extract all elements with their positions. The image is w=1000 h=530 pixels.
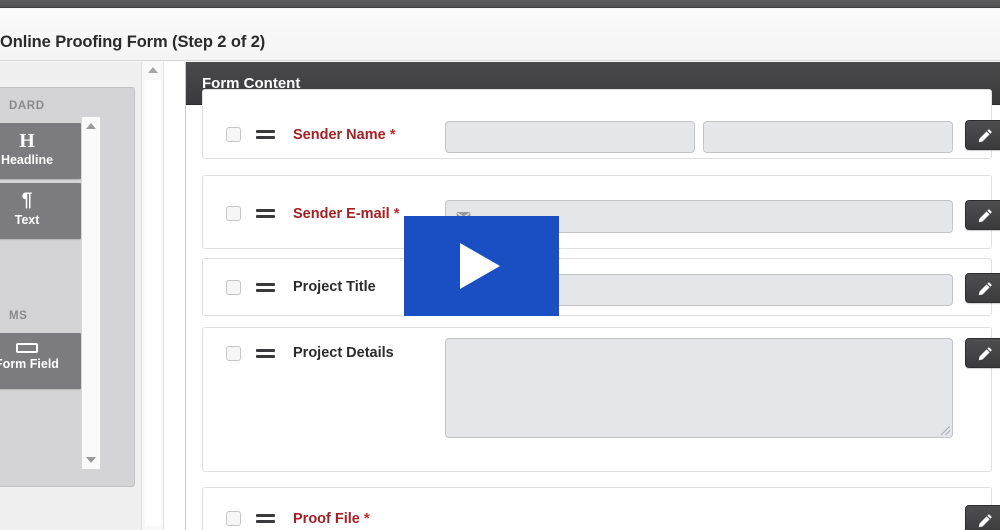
sidebar-tile-text[interactable]: ¶ Text xyxy=(0,183,83,239)
pencil-icon xyxy=(978,514,992,528)
required-marker: * xyxy=(363,510,370,527)
pencil-icon xyxy=(978,129,992,143)
drag-handle-icon[interactable] xyxy=(256,283,275,292)
sender-last-name-input[interactable] xyxy=(703,121,953,153)
row-label: Project Details xyxy=(293,345,394,361)
row-checkbox[interactable] xyxy=(226,280,241,295)
table-row[interactable]: Proof File* Edit xyxy=(202,487,1000,530)
drag-handle-icon[interactable] xyxy=(256,130,275,139)
page-title-band: Online Proofing Form (Step 2 of 2) xyxy=(0,9,1000,61)
row-label-text: Sender E-mail xyxy=(293,206,390,222)
sidebar-tile-text-label: Text xyxy=(14,213,40,227)
play-icon xyxy=(460,243,500,289)
drag-handle-icon[interactable] xyxy=(256,349,275,358)
edit-button[interactable]: Edit xyxy=(965,120,1000,150)
row-label: Project Title xyxy=(293,279,376,295)
content-gutter xyxy=(164,62,186,530)
sidebar-group-forms: MS xyxy=(9,310,28,322)
table-row[interactable]: Project Details Edit xyxy=(202,327,1000,472)
headline-icon: H xyxy=(19,130,35,152)
table-row[interactable]: Project Title Edit xyxy=(202,258,1000,316)
sidebar: DARD H Headline ¶ Text MS Form Field xyxy=(0,62,142,530)
required-marker: * xyxy=(393,205,400,222)
page-scrollbar-track[interactable] xyxy=(145,80,161,526)
drag-handle-icon[interactable] xyxy=(256,514,275,523)
video-play-button[interactable] xyxy=(404,216,559,316)
row-label-text: Sender Name xyxy=(293,127,386,143)
browser-chrome-bar xyxy=(0,0,1000,8)
edit-button[interactable]: Edit xyxy=(965,505,1000,530)
page-scrollbar[interactable] xyxy=(142,62,164,530)
row-checkbox[interactable] xyxy=(226,127,241,142)
sidebar-tile-headline-label: Headline xyxy=(0,153,54,167)
scroll-up-icon[interactable] xyxy=(86,123,96,129)
required-marker: * xyxy=(389,126,396,143)
sidebar-panel: DARD H Headline ¶ Text MS Form Field xyxy=(0,87,135,487)
row-checkbox[interactable] xyxy=(226,346,241,361)
edit-button[interactable]: Edit xyxy=(965,338,1000,368)
paragraph-icon: ¶ xyxy=(21,190,33,211)
project-details-textarea[interactable] xyxy=(445,338,953,438)
row-label-text: Project Details xyxy=(293,345,394,361)
row-label: Sender E-mail * xyxy=(293,205,400,222)
sidebar-group-standard: DARD xyxy=(9,100,45,112)
row-checkbox[interactable] xyxy=(226,206,241,221)
resize-handle-icon[interactable] xyxy=(941,426,950,435)
row-label-text: Project Title xyxy=(293,279,376,295)
row-label-text: Proof File xyxy=(293,511,360,527)
edit-button[interactable]: Edit xyxy=(965,273,1000,303)
table-row[interactable]: Sender E-mail* Edit xyxy=(202,175,1000,249)
sender-first-name-input[interactable] xyxy=(445,121,695,153)
sidebar-tile-form-field[interactable]: Form Field xyxy=(0,333,83,389)
main-content: Form Content Sender Name * Sender E-mail… xyxy=(186,62,1000,530)
scroll-down-icon[interactable] xyxy=(86,457,96,463)
form-rows-list: Sender Name* Edit xyxy=(186,89,1000,530)
pencil-icon xyxy=(978,209,992,223)
pencil-icon xyxy=(978,282,992,296)
drag-handle-icon[interactable] xyxy=(256,209,275,218)
row-checkbox[interactable] xyxy=(226,511,241,526)
form-field-icon xyxy=(16,343,38,353)
row-label: Proof File * xyxy=(293,510,370,527)
table-row[interactable]: Sender Name* Edit xyxy=(202,89,1000,159)
screenshot-root: Online Proofing Form (Step 2 of 2) DARD … xyxy=(0,0,1000,530)
pencil-icon xyxy=(978,347,992,361)
sidebar-tile-form-field-label: Form Field xyxy=(0,357,59,371)
edit-button[interactable]: Edit xyxy=(965,200,1000,230)
row-label: Sender Name * xyxy=(293,126,396,143)
sidebar-scrollbar[interactable] xyxy=(81,116,101,470)
sidebar-tile-headline[interactable]: H Headline xyxy=(0,123,83,179)
page-scroll-up-icon[interactable] xyxy=(147,67,158,73)
page-title: Online Proofing Form (Step 2 of 2) xyxy=(0,33,266,51)
